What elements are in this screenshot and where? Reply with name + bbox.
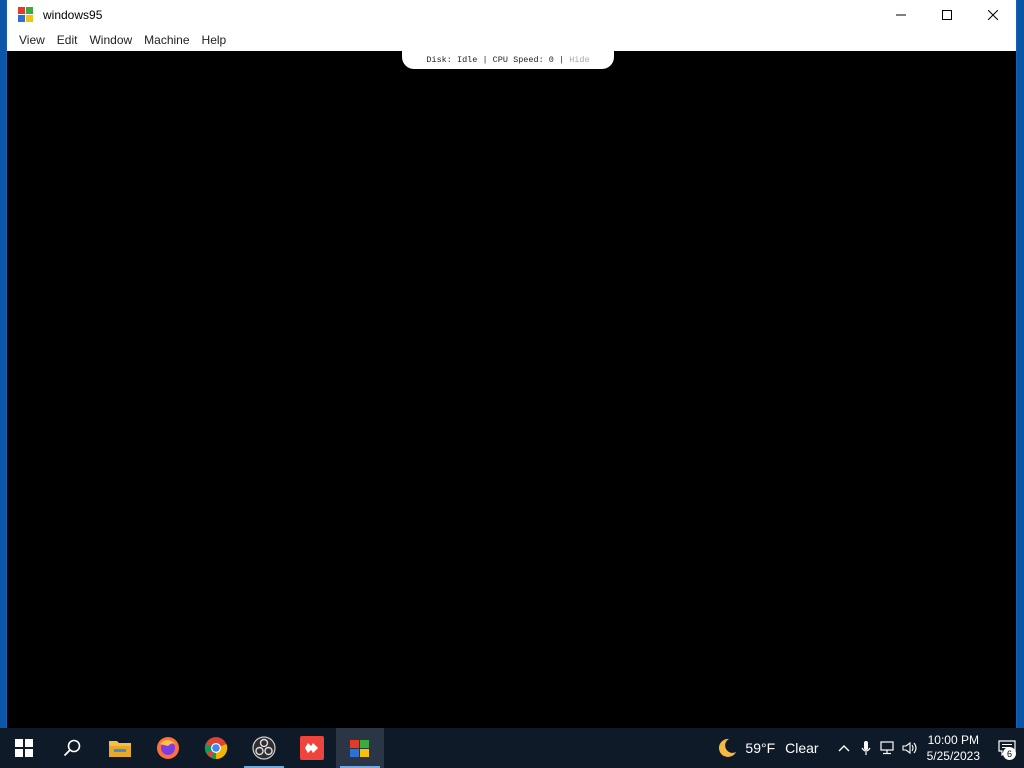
- emulator-screen[interactable]: Disk: Idle | CPU Speed: 0 | Hide: [7, 51, 1016, 728]
- notification-center-button[interactable]: 6: [990, 728, 1024, 768]
- volume-button[interactable]: [899, 728, 921, 768]
- speaker-icon: [902, 741, 917, 755]
- anydesk-icon: [300, 736, 324, 760]
- close-icon: [988, 10, 998, 20]
- chrome-button[interactable]: [192, 728, 240, 768]
- start-icon: [15, 739, 33, 757]
- weather-temperature[interactable]: 59°F: [745, 740, 775, 756]
- search-icon: [63, 739, 81, 757]
- system-tray: 59°F Clear 10:00 PM 5/25/2023 6: [715, 728, 1024, 768]
- maximize-button[interactable]: [924, 0, 970, 30]
- menu-view[interactable]: View: [13, 30, 51, 51]
- windows95-app-icon: [17, 6, 35, 24]
- menu-edit[interactable]: Edit: [51, 30, 84, 51]
- moon-weather-icon[interactable]: [715, 737, 737, 759]
- microphone-button[interactable]: [855, 728, 877, 768]
- minimize-icon: [896, 14, 906, 16]
- minimize-button[interactable]: [878, 0, 924, 30]
- menu-window[interactable]: Window: [83, 30, 138, 51]
- menu-help[interactable]: Help: [196, 30, 233, 51]
- firefox-icon: [157, 737, 179, 759]
- windows95-icon: [350, 740, 369, 757]
- window-title: windows95: [43, 8, 103, 22]
- close-button[interactable]: [970, 0, 1016, 30]
- network-button[interactable]: [877, 728, 899, 768]
- status-pill: Disk: Idle | CPU Speed: 0 | Hide: [402, 51, 614, 69]
- app-window: windows95 View Edit Window Machine Help …: [7, 0, 1016, 728]
- taskbar: 59°F Clear 10:00 PM 5/25/2023 6: [0, 728, 1024, 768]
- clock-time: 10:00 PM: [927, 733, 979, 747]
- firefox-button[interactable]: [144, 728, 192, 768]
- file-explorer-button[interactable]: [96, 728, 144, 768]
- maximize-icon: [942, 10, 952, 20]
- menu-machine[interactable]: Machine: [138, 30, 195, 51]
- obs-button[interactable]: [240, 728, 288, 768]
- search-button[interactable]: [48, 728, 96, 768]
- title-bar[interactable]: windows95: [7, 0, 1016, 30]
- status-text: Disk: Idle | CPU Speed: 0 |: [426, 55, 570, 65]
- start-button[interactable]: [0, 728, 48, 768]
- hide-button[interactable]: Hide: [569, 55, 589, 65]
- file-explorer-icon: [109, 741, 131, 757]
- clock[interactable]: 10:00 PM 5/25/2023: [927, 732, 980, 764]
- network-icon: [880, 741, 894, 755]
- menu-bar: View Edit Window Machine Help: [7, 30, 1016, 51]
- clock-date: 5/25/2023: [926, 749, 980, 763]
- chrome-icon: [204, 737, 228, 760]
- windows95-taskbar-button[interactable]: [336, 728, 384, 768]
- microphone-icon: [861, 741, 871, 755]
- notification-count-badge: 6: [1003, 747, 1016, 760]
- weather-condition[interactable]: Clear: [785, 740, 818, 756]
- chevron-up-icon: [838, 745, 850, 752]
- show-hidden-icons-button[interactable]: [833, 728, 855, 768]
- obs-icon: [252, 736, 276, 760]
- anydesk-button[interactable]: [288, 728, 336, 768]
